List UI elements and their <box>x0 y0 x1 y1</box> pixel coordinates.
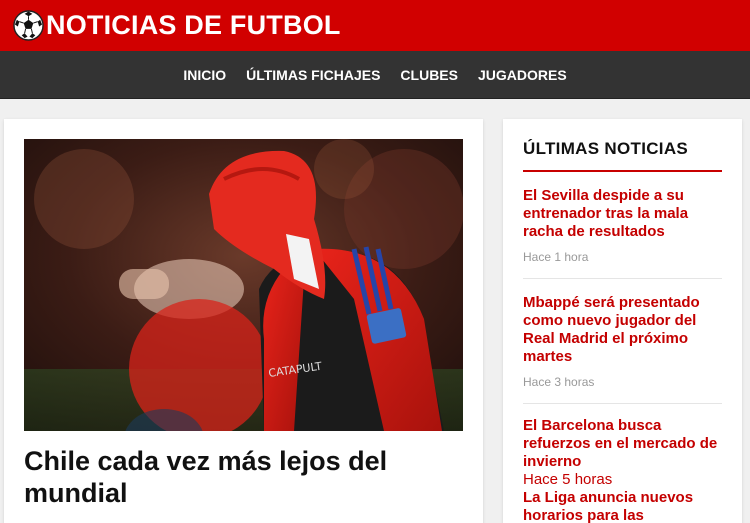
news-title[interactable]: La Liga anuncia nuevos horarios para las <box>523 489 722 523</box>
news-title[interactable]: El Sevilla despide a su entrenador tras … <box>523 187 722 241</box>
football-player-photo-icon: CATAPULT <box>24 139 463 431</box>
main-nav: INICIO ÚLTIMAS FICHAJES CLUBES JUGADORES <box>0 51 750 99</box>
site-header: NOTICIAS DE FUTBOL <box>0 0 750 51</box>
main-content: CATAPULT Chile cada vez más lejos del mu… <box>0 99 750 523</box>
nav-item-ultimas-fichajes[interactable]: ÚLTIMAS FICHAJES <box>246 67 380 83</box>
soccer-ball-icon <box>13 10 44 41</box>
nav-item-jugadores[interactable]: JUGADORES <box>478 67 567 83</box>
sidebar-latest-news: ÚLTIMAS NOTICIAS El Sevilla despide a su… <box>503 119 742 523</box>
site-title[interactable]: NOTICIAS DE FUTBOL <box>46 10 341 41</box>
list-item: El Sevilla despide a su entrenador tras … <box>523 172 722 279</box>
featured-title[interactable]: Chile cada vez más lejos del mundial <box>24 445 454 509</box>
list-item: El Barcelona busca refuerzos en el merca… <box>523 404 722 523</box>
news-time: Hace 1 hora <box>523 250 589 264</box>
news-time: Hace 5 horas <box>523 471 613 488</box>
nav-item-inicio[interactable]: INICIO <box>183 67 226 83</box>
news-time: Hace 3 horas <box>523 375 595 389</box>
news-title[interactable]: El Barcelona busca refuerzos en el merca… <box>523 417 722 471</box>
list-item: Mbappé será presentado como nuevo jugado… <box>523 279 722 404</box>
featured-article: CATAPULT Chile cada vez más lejos del mu… <box>4 119 483 523</box>
sidebar-heading: ÚLTIMAS NOTICIAS <box>523 139 722 172</box>
news-title[interactable]: Mbappé será presentado como nuevo jugado… <box>523 294 722 366</box>
nav-item-clubes[interactable]: CLUBES <box>400 67 458 83</box>
featured-image[interactable]: CATAPULT <box>24 139 463 431</box>
